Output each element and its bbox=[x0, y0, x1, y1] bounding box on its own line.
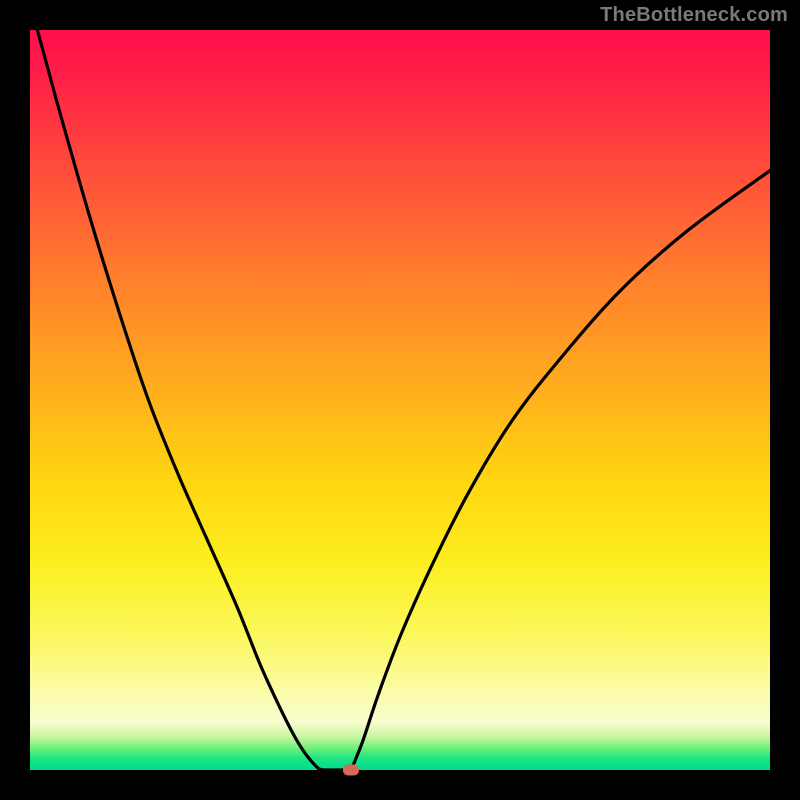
plot-area bbox=[30, 30, 770, 770]
bottleneck-curve-path bbox=[37, 30, 770, 770]
watermark-text: TheBottleneck.com bbox=[600, 4, 788, 27]
chart-frame: TheBottleneck.com bbox=[0, 0, 800, 800]
curve-svg bbox=[30, 30, 770, 770]
optimum-marker bbox=[343, 765, 359, 776]
